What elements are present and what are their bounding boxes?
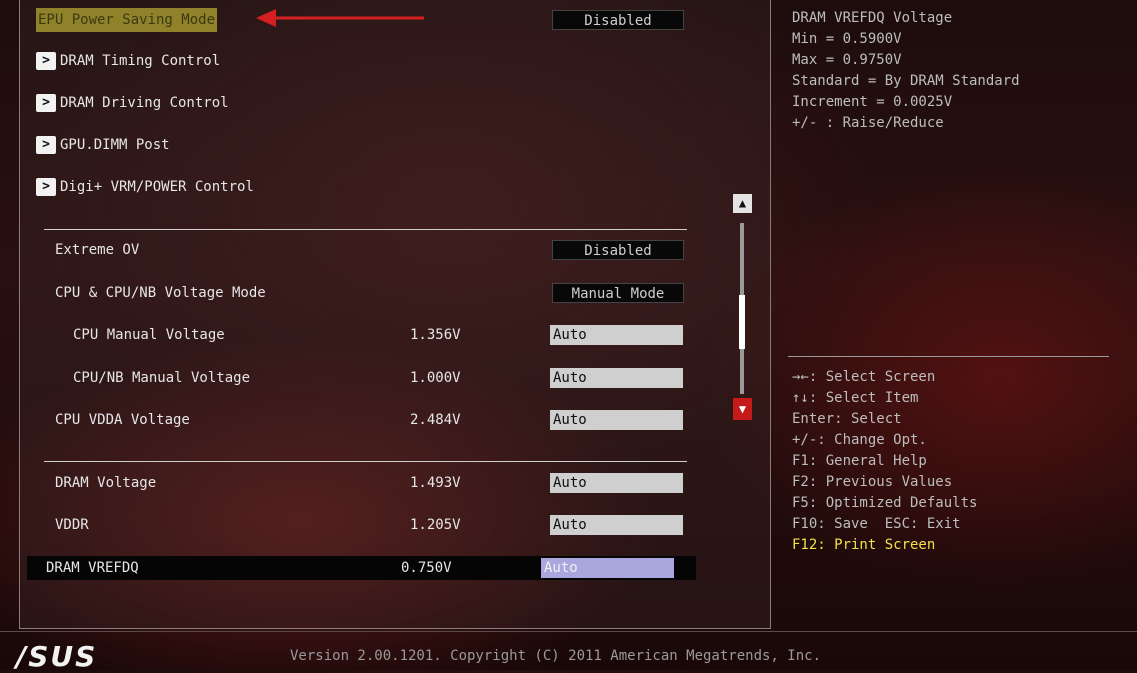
submenu-dram-driving[interactable]: > DRAM Driving Control	[36, 90, 229, 116]
key-legend: →←: Select Screen ↑↓: Select Item Enter:…	[792, 367, 977, 556]
key-select-item: ↑↓: Select Item	[792, 390, 919, 406]
extreme-ov-value[interactable]: Disabled	[552, 240, 684, 260]
dram-voltage-label: DRAM Voltage	[55, 475, 157, 491]
key-f1: F1: General Help	[792, 453, 927, 469]
scroll-up-icon[interactable]: ▲	[733, 194, 752, 213]
cpu-vdda-voltage-row[interactable]: CPU VDDA Voltage 2.484V Auto	[36, 408, 696, 432]
asus-logo: /SUS	[16, 640, 98, 673]
key-select-screen: →←: Select Screen	[792, 369, 936, 385]
extreme-ov-row[interactable]: Extreme OV Disabled	[36, 238, 696, 262]
cpu-manual-voltage-input[interactable]: Auto	[550, 325, 683, 345]
scroll-down-icon[interactable]: ▼	[733, 398, 752, 420]
dram-vrefdq-input[interactable]: Auto	[541, 558, 674, 578]
cpu-manual-voltage-current: 1.356V	[410, 327, 461, 343]
dram-voltage-current: 1.493V	[410, 475, 461, 491]
submenu-label: GPU.DIMM Post	[60, 137, 170, 153]
dram-voltage-input[interactable]: Auto	[550, 473, 683, 493]
vddr-row[interactable]: VDDR 1.205V Auto	[36, 513, 696, 537]
cpu-vdda-voltage-current: 2.484V	[410, 412, 461, 428]
cpu-vdda-voltage-input[interactable]: Auto	[550, 410, 683, 430]
extreme-ov-label: Extreme OV	[55, 242, 140, 258]
section-divider	[44, 229, 687, 230]
submenu-arrow-icon: >	[36, 52, 56, 70]
submenu-digi-vrm[interactable]: > Digi+ VRM/POWER Control	[36, 174, 254, 200]
vddr-label: VDDR	[55, 517, 89, 533]
epu-power-saving-label: EPU Power Saving Mode	[36, 8, 218, 32]
submenu-label: Digi+ VRM/POWER Control	[60, 179, 254, 195]
vddr-input[interactable]: Auto	[550, 515, 683, 535]
cpu-manual-voltage-label: CPU Manual Voltage	[73, 327, 225, 343]
red-arrow-annotation	[256, 9, 424, 27]
submenu-arrow-icon: >	[36, 136, 56, 154]
submenu-gpu-dimm-post[interactable]: > GPU.DIMM Post	[36, 132, 170, 158]
cpunb-manual-voltage-label: CPU/NB Manual Voltage	[73, 370, 251, 386]
voltage-mode-label: CPU & CPU/NB Voltage Mode	[55, 285, 266, 301]
submenu-arrow-icon: >	[36, 178, 56, 196]
scrollbar-thumb[interactable]	[739, 295, 745, 349]
vddr-current: 1.205V	[410, 517, 461, 533]
submenu-label: DRAM Timing Control	[60, 53, 221, 69]
version-text: Version 2.00.1201. Copyright (C) 2011 Am…	[290, 648, 822, 664]
cpunb-manual-voltage-current: 1.000V	[410, 370, 461, 386]
dram-vrefdq-current: 0.750V	[401, 560, 452, 576]
key-enter: Enter: Select	[792, 411, 902, 427]
dram-voltage-row[interactable]: DRAM Voltage 1.493V Auto	[36, 471, 696, 495]
cpu-vdda-voltage-label: CPU VDDA Voltage	[55, 412, 190, 428]
keys-divider	[788, 356, 1109, 357]
epu-power-saving-value[interactable]: Disabled	[552, 10, 684, 30]
section-divider	[44, 461, 687, 462]
cpu-manual-voltage-row[interactable]: CPU Manual Voltage 1.356V Auto	[36, 323, 696, 347]
key-change: +/-: Change Opt.	[792, 432, 927, 448]
footer-divider	[0, 631, 1137, 632]
key-f5: F5: Optimized Defaults	[792, 495, 978, 511]
cpunb-manual-voltage-input[interactable]: Auto	[550, 368, 683, 388]
voltage-mode-value[interactable]: Manual Mode	[552, 283, 684, 303]
key-f2: F2: Previous Values	[792, 474, 953, 490]
submenu-arrow-icon: >	[36, 94, 56, 112]
cpunb-manual-voltage-row[interactable]: CPU/NB Manual Voltage 1.000V Auto	[36, 366, 696, 390]
key-f10: F10: Save ESC: Exit	[792, 516, 961, 532]
voltage-mode-row[interactable]: CPU & CPU/NB Voltage Mode Manual Mode	[36, 281, 696, 305]
submenu-dram-timing[interactable]: > DRAM Timing Control	[36, 48, 220, 74]
dram-vrefdq-label: DRAM VREFDQ	[46, 560, 139, 576]
key-f12: F12: Print Screen	[792, 537, 936, 553]
submenu-label: DRAM Driving Control	[60, 95, 229, 111]
help-description: DRAM VREFDQ Voltage Min = 0.5900V Max = …	[792, 10, 1020, 131]
dram-vrefdq-row[interactable]: DRAM VREFDQ 0.750V Auto	[27, 556, 696, 580]
